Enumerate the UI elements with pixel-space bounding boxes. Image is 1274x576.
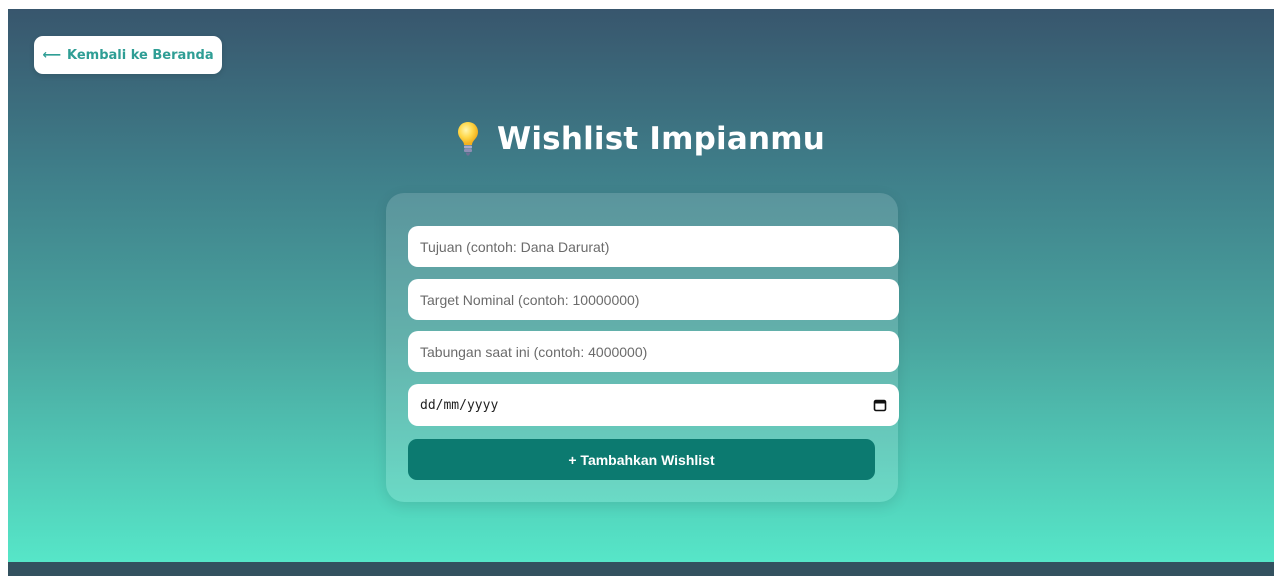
add-wishlist-button[interactable]: + Tambahkan Wishlist bbox=[408, 439, 875, 480]
page-header: Wishlist Impianmu bbox=[8, 121, 1274, 157]
current-savings-input[interactable] bbox=[408, 331, 899, 372]
back-button-label: Kembali ke Beranda bbox=[67, 47, 214, 63]
calendar-icon[interactable] bbox=[873, 398, 887, 412]
target-amount-input[interactable] bbox=[408, 279, 899, 320]
wishlist-form: dd/mm/yyyy + Tambahkan Wishlist bbox=[386, 193, 899, 502]
page-background: ⟵ Kembali ke Beranda Wishlist Impianmu d… bbox=[8, 9, 1274, 562]
date-placeholder: dd/mm/yyyy bbox=[420, 397, 499, 413]
lightbulb-icon bbox=[457, 122, 478, 156]
goal-input[interactable] bbox=[408, 226, 899, 267]
page-title: Wishlist Impianmu bbox=[496, 121, 826, 157]
arrow-left-icon: ⟵ bbox=[42, 47, 62, 63]
target-date-input[interactable]: dd/mm/yyyy bbox=[408, 384, 899, 426]
back-to-home-button[interactable]: ⟵ Kembali ke Beranda bbox=[34, 36, 222, 74]
footer-bar bbox=[8, 562, 1274, 576]
